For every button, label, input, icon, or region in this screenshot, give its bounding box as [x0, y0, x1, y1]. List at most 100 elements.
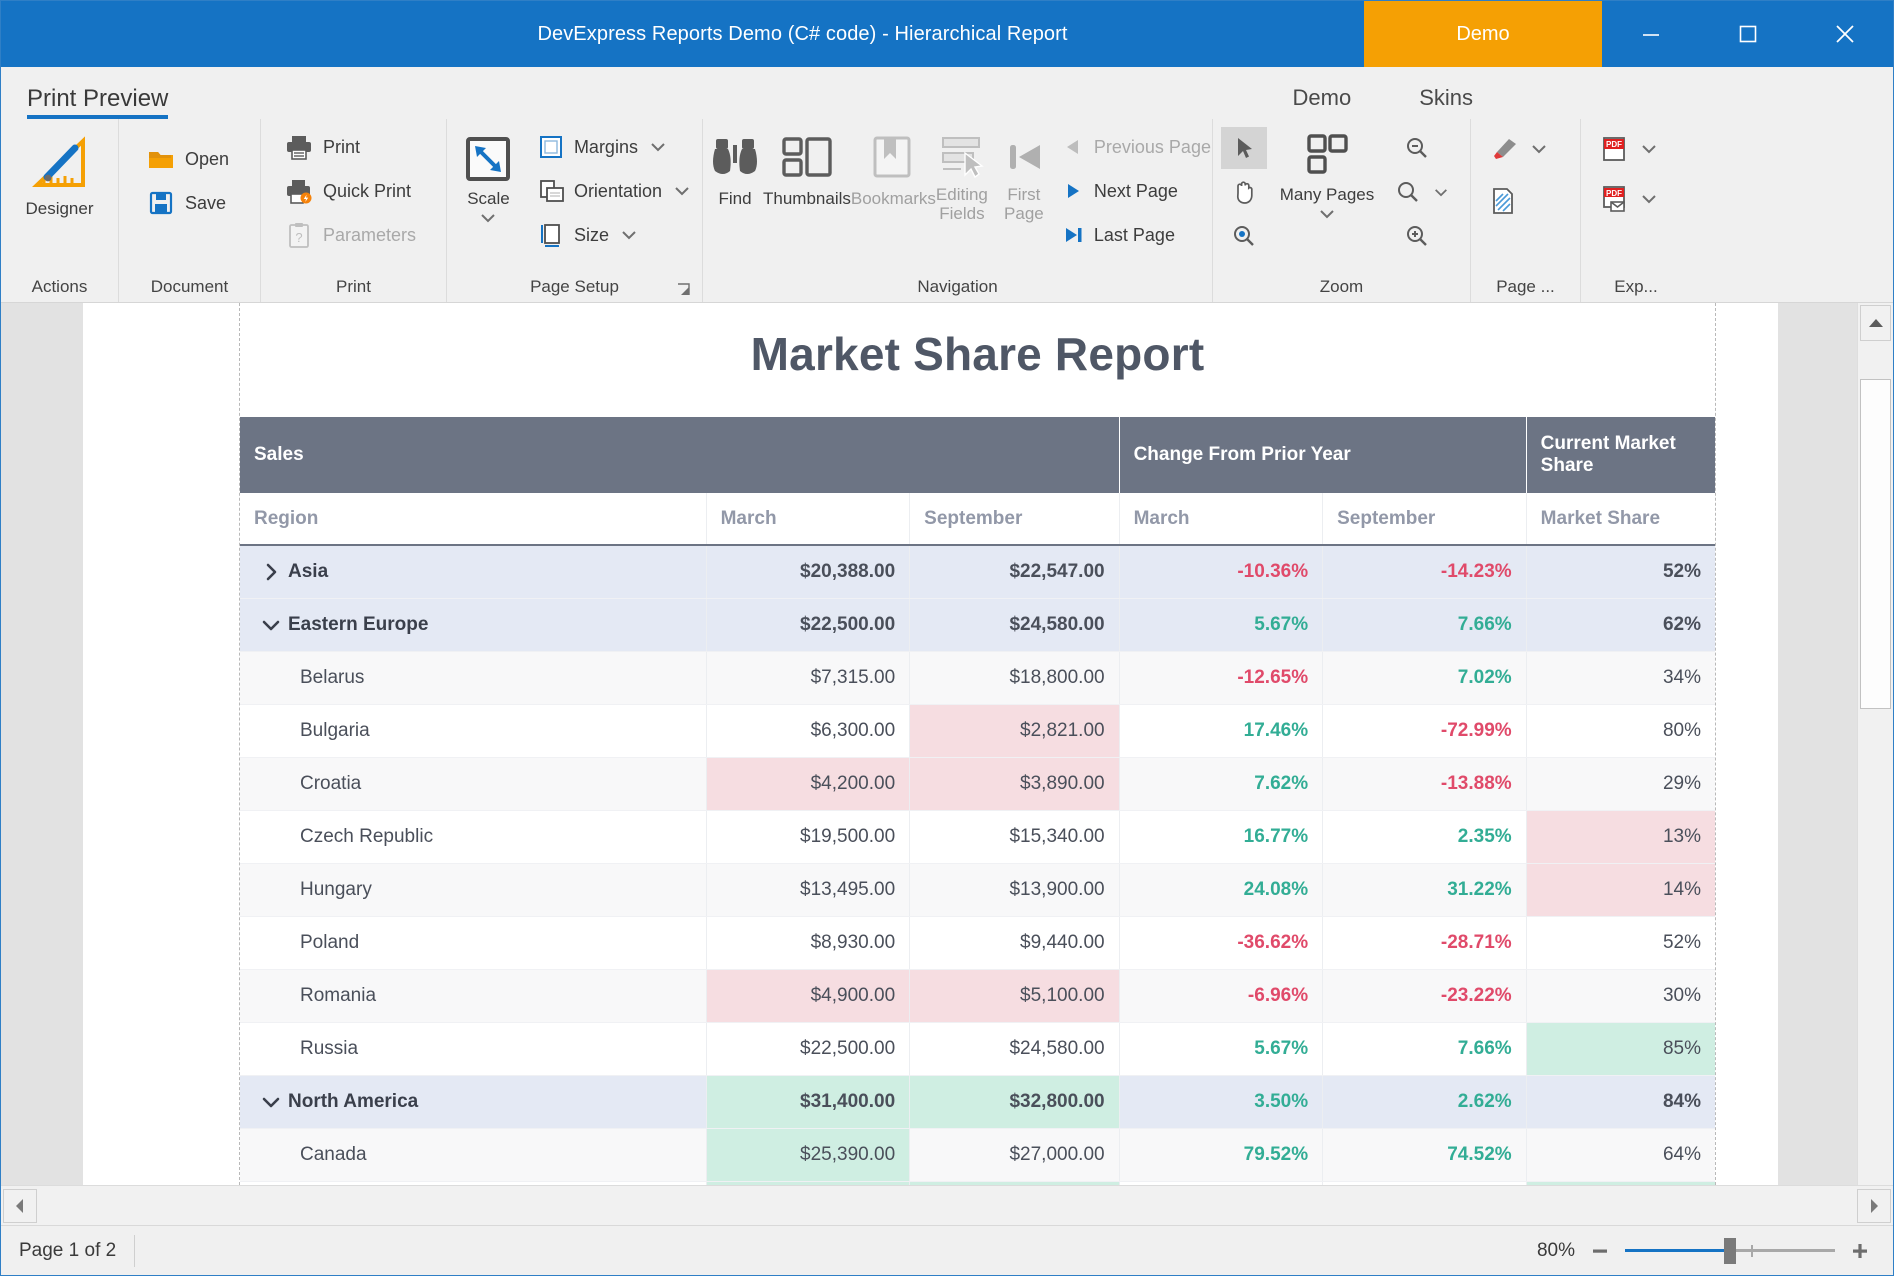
first-page-button[interactable]: First Page	[1000, 127, 1048, 223]
page-setup-dialog-launcher-icon[interactable]	[676, 278, 692, 294]
zoom-selector-button[interactable]	[1387, 171, 1459, 213]
cell-change-september: 7.66%	[1323, 599, 1527, 652]
cell-region: Bulgaria	[240, 705, 706, 758]
page-background-button[interactable]	[1483, 183, 1555, 219]
cell-change-march: 16.77%	[1119, 811, 1323, 864]
table-row[interactable]: Bulgaria$6,300.00$2,821.0017.46%-72.99%8…	[240, 705, 1715, 758]
watermark-button[interactable]	[1483, 131, 1555, 167]
hand-tool-button[interactable]	[1221, 171, 1267, 213]
orientation-icon	[538, 178, 564, 204]
cell-region: Hungary	[240, 864, 706, 917]
close-button[interactable]	[1796, 1, 1893, 67]
vertical-scroll-thumb[interactable]	[1860, 379, 1891, 709]
expand-collapse-icon[interactable]	[254, 615, 288, 635]
editing-fields-icon	[937, 133, 987, 181]
quick-print-button[interactable]: Quick Print	[279, 173, 422, 209]
print-button[interactable]: Print	[279, 129, 422, 165]
bookmarks-button[interactable]: Bookmarks	[851, 127, 936, 208]
zoom-decrease-button[interactable]	[1589, 1240, 1611, 1262]
table-row[interactable]: Czech Republic$19,500.00$15,340.0016.77%…	[240, 811, 1715, 864]
margins-icon	[538, 134, 564, 160]
expand-collapse-icon[interactable]	[254, 562, 288, 582]
table-row[interactable]: Romania$4,900.00$5,100.00-6.96%-23.22%30…	[240, 970, 1715, 1023]
table-row[interactable]: Russia$22,500.00$24,580.005.67%7.66%85%	[240, 1023, 1715, 1076]
cell-sales-september: $13,900.00	[910, 864, 1119, 917]
table-row[interactable]: Poland$8,930.00$9,440.00-36.62%-28.71%52…	[240, 917, 1715, 970]
find-button[interactable]: Find	[707, 127, 763, 208]
table-row[interactable]: Belarus$7,315.00$18,800.00-12.65%7.02%34…	[240, 652, 1715, 705]
many-pages-chevron-down-icon[interactable]	[1318, 208, 1336, 220]
next-page-button[interactable]: Next Page	[1056, 173, 1217, 209]
scroll-right-button[interactable]	[1857, 1189, 1891, 1223]
designer-button[interactable]: Designer	[10, 127, 110, 218]
maximize-button[interactable]	[1699, 1, 1796, 67]
ribbon: Print Preview Demo Skins	[1, 67, 1893, 303]
cell-change-march: 79.52%	[1119, 1129, 1323, 1182]
table-row[interactable]: Croatia$4,200.00$3,890.007.62%-13.88%29%	[240, 758, 1715, 811]
tab-skins[interactable]: Skins	[1419, 85, 1473, 111]
hand-tool-icon	[1232, 179, 1256, 205]
table-row[interactable]: Canada$25,390.00$27,000.0079.52%74.52%64…	[240, 1129, 1715, 1182]
cell-market-share: 52%	[1526, 917, 1715, 970]
expand-collapse-icon[interactable]	[254, 1092, 288, 1112]
zoom-out-button[interactable]	[1387, 127, 1447, 169]
zoom-in-button[interactable]	[1387, 215, 1447, 257]
export-pdf-chevron-down-icon[interactable]	[1639, 143, 1659, 155]
zoom-slider[interactable]	[1625, 1240, 1835, 1262]
cell-change-september: 7.66%	[1323, 1023, 1527, 1076]
tab-demo[interactable]: Demo	[1293, 85, 1352, 111]
scale-chevron-down-icon[interactable]	[479, 212, 497, 224]
editing-fields-label: Editing Fields	[936, 185, 988, 223]
ribbon-tabstrip: Print Preview Demo Skins	[1, 67, 1893, 119]
last-page-button[interactable]: Last Page	[1056, 217, 1217, 253]
document-scroll-region[interactable]: Market Share Report Sales Change From Pr…	[1, 303, 1857, 1185]
previous-page-button[interactable]: Previous Page	[1056, 129, 1217, 165]
thumbnails-button[interactable]: Thumbnails	[763, 127, 851, 208]
pointer-tool-icon	[1233, 136, 1255, 160]
ribbon-group-document: Open Save	[119, 119, 261, 302]
editing-fields-button[interactable]: Editing Fields	[936, 127, 988, 223]
zoom-level: 80%	[1537, 1240, 1575, 1262]
zoom-selector-chevron-down-icon[interactable]	[1431, 187, 1451, 198]
export-pdf-button[interactable]: PDF	[1593, 131, 1665, 167]
magnifier-tool-button[interactable]	[1221, 215, 1267, 257]
orientation-button[interactable]: Orientation	[532, 173, 698, 209]
table-row[interactable]: Asia$20,388.00$22,547.00-10.36%-14.23%52…	[240, 545, 1715, 599]
scroll-left-button[interactable]	[3, 1189, 37, 1223]
column-header-change-march: March	[1119, 493, 1323, 545]
email-pdf-chevron-down-icon[interactable]	[1639, 193, 1659, 205]
tab-print-preview[interactable]: Print Preview	[27, 85, 168, 119]
many-pages-button[interactable]: Many Pages	[1267, 127, 1387, 220]
open-button[interactable]: Open	[141, 141, 235, 177]
cell-sales-march: $7,315.00	[706, 652, 910, 705]
watermark-chevron-down-icon[interactable]	[1529, 143, 1549, 155]
size-chevron-down-icon[interactable]	[619, 229, 639, 241]
first-page-icon	[1000, 133, 1048, 181]
vertical-scrollbar[interactable]	[1857, 303, 1893, 1185]
orientation-chevron-down-icon[interactable]	[672, 185, 692, 197]
pointer-tool-button[interactable]	[1221, 127, 1267, 169]
scroll-up-button[interactable]	[1860, 305, 1891, 341]
save-button[interactable]: Save	[141, 185, 235, 221]
minimize-button[interactable]	[1602, 1, 1699, 67]
table-row[interactable]: Eastern Europe$22,500.00$24,580.005.67%7…	[240, 599, 1715, 652]
cell-region: Belarus	[240, 652, 706, 705]
size-button[interactable]: Size	[532, 217, 698, 253]
first-page-label: First Page	[1000, 185, 1048, 223]
cell-change-september: -13.88%	[1323, 758, 1527, 811]
cell-region: Eastern Europe	[240, 599, 706, 652]
cell-market-share: 80%	[1526, 705, 1715, 758]
zoom-increase-button[interactable]	[1849, 1240, 1871, 1262]
margins-button[interactable]: Margins	[532, 129, 698, 165]
zoom-slider-thumb[interactable]	[1724, 1238, 1736, 1264]
parameters-button[interactable]: ? Parameters	[279, 217, 422, 253]
cell-sales-september: $24,580.00	[910, 599, 1119, 652]
horizontal-scrollbar[interactable]	[1, 1185, 1893, 1225]
email-pdf-button[interactable]: PDF	[1593, 181, 1665, 217]
scale-button[interactable]: Scale	[451, 127, 526, 224]
margins-chevron-down-icon[interactable]	[648, 141, 668, 153]
demo-badge[interactable]: Demo	[1364, 1, 1602, 67]
region-name-cell: North America	[254, 1076, 692, 1128]
table-row[interactable]: Hungary$13,495.00$13,900.0024.08%31.22%1…	[240, 864, 1715, 917]
table-row[interactable]: North America$31,400.00$32,800.003.50%2.…	[240, 1076, 1715, 1129]
